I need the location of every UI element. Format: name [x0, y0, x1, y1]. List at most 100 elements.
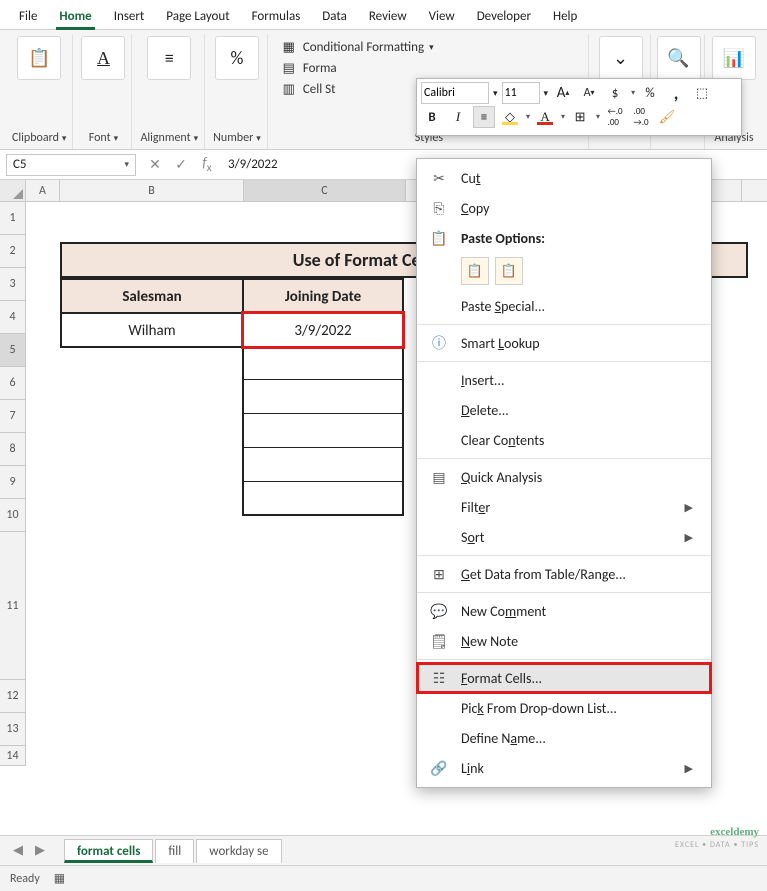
- chevron-down-icon[interactable]: ▾: [194, 133, 199, 144]
- col-head-b[interactable]: B: [60, 180, 244, 201]
- chevron-down-icon[interactable]: ▾: [124, 159, 129, 170]
- row-head[interactable]: 10: [0, 499, 26, 532]
- merge-button[interactable]: ⬚: [691, 82, 713, 104]
- row-head[interactable]: 14: [0, 746, 26, 766]
- find-button[interactable]: 🔍: [657, 36, 701, 80]
- cell-salesman[interactable]: Wilham: [60, 312, 244, 348]
- tab-data[interactable]: Data: [311, 3, 358, 29]
- enter-icon[interactable]: ✓: [168, 156, 194, 173]
- empty-cell[interactable]: [242, 414, 404, 448]
- font-size-select[interactable]: [502, 82, 540, 104]
- menu-cut[interactable]: ✂Cut: [417, 163, 711, 193]
- menu-quick-analysis[interactable]: ▤Quick Analysis: [417, 462, 711, 492]
- tab-help[interactable]: Help: [542, 3, 588, 29]
- tab-insert[interactable]: Insert: [103, 3, 156, 29]
- increase-font-button[interactable]: A▴: [552, 82, 574, 104]
- name-box[interactable]: C5 ▾: [6, 154, 136, 176]
- menu-insert[interactable]: Insert...: [417, 365, 711, 395]
- menu-copy[interactable]: ⎘Copy: [417, 193, 711, 223]
- borders-button[interactable]: ⊞: [569, 106, 591, 128]
- editing-button[interactable]: ⌄: [599, 36, 643, 80]
- menu-clear-contents[interactable]: Clear Contents: [417, 425, 711, 455]
- menu-delete[interactable]: Delete...: [417, 395, 711, 425]
- empty-cell[interactable]: [242, 380, 404, 414]
- menu-new-comment[interactable]: 💬New Comment: [417, 596, 711, 626]
- number-button[interactable]: %: [215, 36, 259, 80]
- tab-formulas[interactable]: Formulas: [241, 3, 312, 29]
- empty-cell[interactable]: [242, 346, 404, 380]
- row-head[interactable]: 4: [0, 301, 26, 334]
- fx-icon[interactable]: fx: [194, 154, 220, 175]
- menu-filter[interactable]: Filter▶: [417, 492, 711, 522]
- align-center-button[interactable]: ≡: [473, 106, 495, 128]
- sheet-nav-next[interactable]: ▶: [30, 843, 50, 858]
- paste-button[interactable]: 📋: [17, 36, 61, 80]
- tab-page-layout[interactable]: Page Layout: [155, 3, 240, 29]
- row-head[interactable]: 8: [0, 433, 26, 466]
- chevron-down-icon[interactable]: ▾: [114, 133, 119, 144]
- macro-record-icon[interactable]: ▦: [54, 871, 65, 886]
- menu-get-data[interactable]: ⊞Get Data from Table/Range...: [417, 559, 711, 589]
- tab-view[interactable]: View: [418, 3, 466, 29]
- increase-decimal-button[interactable]: ←.0.00: [604, 106, 626, 128]
- tab-review[interactable]: Review: [358, 3, 418, 29]
- decrease-font-button[interactable]: A▾: [578, 82, 600, 104]
- chevron-down-icon[interactable]: ▾: [256, 133, 261, 144]
- bold-button[interactable]: B: [421, 106, 443, 128]
- format-as-table-button[interactable]: ▤Forma: [280, 59, 434, 77]
- decrease-decimal-button[interactable]: .00→.0: [630, 106, 652, 128]
- paste-option-keep-source[interactable]: 📋: [461, 257, 489, 285]
- tab-developer[interactable]: Developer: [466, 3, 542, 29]
- row-head[interactable]: 5: [0, 334, 26, 367]
- sheet-nav-prev[interactable]: ◀: [8, 843, 28, 858]
- menu-new-note[interactable]: 🗒New Note: [417, 626, 711, 656]
- font-color-button[interactable]: A: [534, 106, 556, 128]
- fill-color-button[interactable]: ◇: [499, 106, 521, 128]
- sheet-tab-fill[interactable]: fill: [155, 839, 194, 863]
- row-head[interactable]: 7: [0, 400, 26, 433]
- chevron-down-icon[interactable]: ▾: [493, 88, 498, 99]
- analyze-data-button[interactable]: 📊: [712, 36, 756, 80]
- chevron-down-icon[interactable]: ▾: [544, 88, 549, 99]
- percent-button[interactable]: %: [639, 82, 661, 104]
- alignment-button[interactable]: ≡: [147, 36, 191, 80]
- status-bar: Ready ▦: [0, 865, 767, 891]
- menu-smart-lookup[interactable]: ⓘSmart Lookup: [417, 328, 711, 358]
- cancel-icon[interactable]: ✕: [142, 156, 168, 173]
- row-head[interactable]: 6: [0, 367, 26, 400]
- menu-define-name[interactable]: Define Name...: [417, 723, 711, 753]
- empty-cell[interactable]: [242, 448, 404, 482]
- row-head[interactable]: 13: [0, 713, 26, 746]
- comma-style-button[interactable]: ,: [665, 82, 687, 104]
- italic-button[interactable]: I: [447, 106, 469, 128]
- row-head[interactable]: 2: [0, 235, 26, 268]
- row-head[interactable]: 9: [0, 466, 26, 499]
- menu-format-cells[interactable]: ☷Format Cells...: [417, 663, 711, 693]
- col-head-a[interactable]: A: [26, 180, 60, 201]
- menu-sort[interactable]: Sort▶: [417, 522, 711, 552]
- format-cells-icon: ☷: [429, 668, 449, 688]
- menu-link[interactable]: 🔗Link▶: [417, 753, 711, 783]
- tab-home[interactable]: Home: [48, 3, 102, 29]
- row-head[interactable]: 3: [0, 268, 26, 301]
- sheet-tab-format-cells[interactable]: format cells: [64, 839, 153, 863]
- cell-styles-button[interactable]: ▥Cell St: [280, 80, 434, 98]
- font-button[interactable]: A: [81, 36, 125, 80]
- menu-pick-from-list[interactable]: Pick From Drop-down List...: [417, 693, 711, 723]
- col-head-c[interactable]: C: [244, 180, 406, 201]
- font-name-select[interactable]: [421, 82, 489, 104]
- currency-button[interactable]: $: [604, 82, 626, 104]
- row-head[interactable]: 1: [0, 202, 26, 235]
- empty-cell[interactable]: [242, 482, 404, 516]
- chevron-down-icon[interactable]: ▾: [62, 133, 67, 144]
- select-all-corner[interactable]: [0, 180, 26, 201]
- conditional-formatting-button[interactable]: ▦Conditional Formatting ▾: [280, 38, 434, 56]
- row-head[interactable]: 11: [0, 532, 26, 680]
- sheet-tab-workday[interactable]: workday se: [196, 839, 281, 863]
- paste-option-values[interactable]: 📋: [495, 257, 523, 285]
- row-head[interactable]: 12: [0, 680, 26, 713]
- menu-paste-special[interactable]: Paste Special...: [417, 291, 711, 321]
- cell-joining-date-selected[interactable]: 3/9/2022: [242, 312, 404, 348]
- tab-file[interactable]: File: [8, 3, 48, 29]
- format-painter-button[interactable]: 🖌: [656, 106, 678, 128]
